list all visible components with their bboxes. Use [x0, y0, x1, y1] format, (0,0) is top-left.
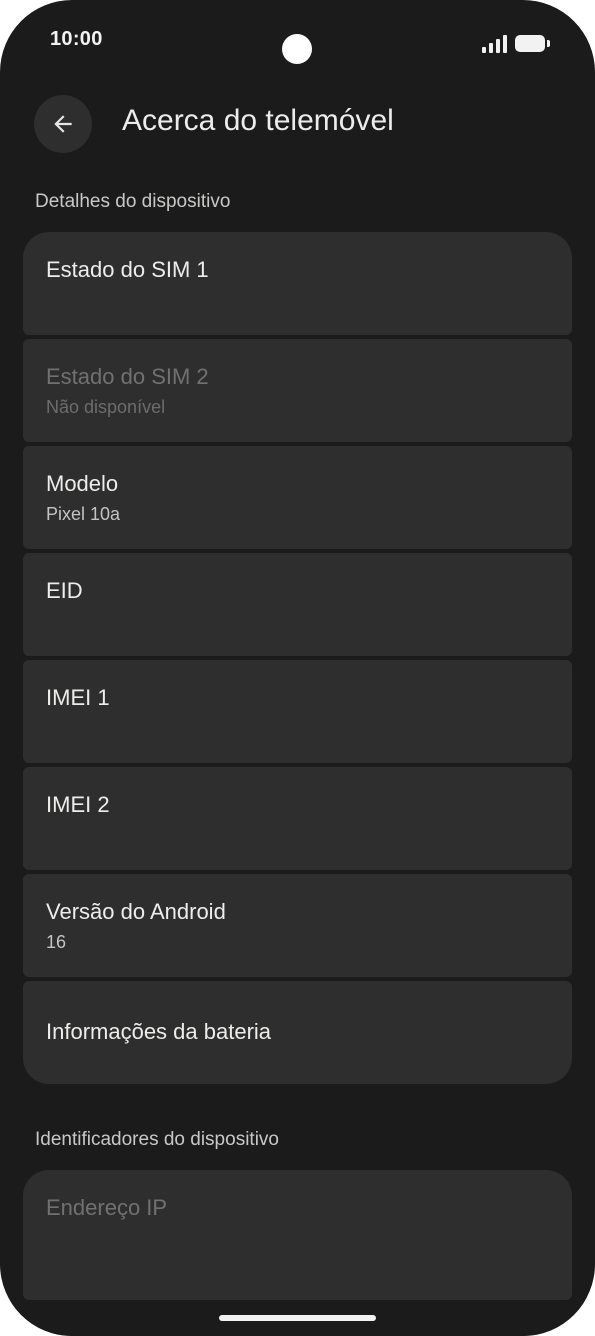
list-item-battery-info[interactable]: Informações da bateria: [23, 981, 572, 1084]
item-title: EID: [46, 578, 83, 603]
home-indicator[interactable]: [219, 1315, 376, 1321]
item-summary: Pixel 10a: [46, 504, 121, 524]
arrow-left-icon: [54, 115, 72, 133]
item-title: Estado do SIM 2: [46, 364, 209, 389]
item-title: Modelo: [46, 471, 119, 496]
list-item-imei2[interactable]: IMEI 2: [23, 767, 572, 870]
item-title: IMEI 1: [46, 685, 110, 710]
item-title: Versão do Android: [46, 899, 226, 924]
page-title: Acerca do telemóvel: [122, 104, 394, 137]
item-title: Estado do SIM 1: [46, 257, 209, 282]
section-header-device-details: Detalhes do dispositivo: [35, 191, 231, 212]
list-item-android-version[interactable]: Versão do Android 16: [23, 874, 572, 977]
camera-cutout: [282, 34, 312, 64]
status-icons: [482, 33, 550, 53]
item-title: IMEI 2: [46, 792, 110, 817]
list-item-ip-address: Endereço IP: [23, 1170, 572, 1300]
signal-icon: [482, 35, 507, 53]
phone-screen: 10:00 Acerca do telemóvel Detalhes do di…: [0, 0, 595, 1336]
section-header-device-identifiers: Identificadores do dispositivo: [35, 1129, 279, 1150]
item-title: Endereço IP: [46, 1195, 168, 1220]
list-item-sim1-status[interactable]: Estado do SIM 1: [23, 232, 572, 335]
list-item-imei1[interactable]: IMEI 1: [23, 660, 572, 763]
item-summary: 16: [46, 932, 67, 952]
list-item-model[interactable]: Modelo Pixel 10a: [23, 446, 572, 549]
device-identifiers-list: Endereço IP: [23, 1170, 572, 1300]
item-title: Informações da bateria: [46, 1019, 272, 1044]
status-time: 10:00: [50, 28, 103, 50]
battery-icon: [515, 35, 550, 52]
list-item-sim2-status: Estado do SIM 2 Não disponível: [23, 339, 572, 442]
device-details-list: Estado do SIM 1 Estado do SIM 2 Não disp…: [23, 232, 572, 1084]
item-summary: Não disponível: [46, 397, 166, 417]
list-item-eid[interactable]: EID: [23, 553, 572, 656]
back-button[interactable]: [34, 95, 92, 153]
